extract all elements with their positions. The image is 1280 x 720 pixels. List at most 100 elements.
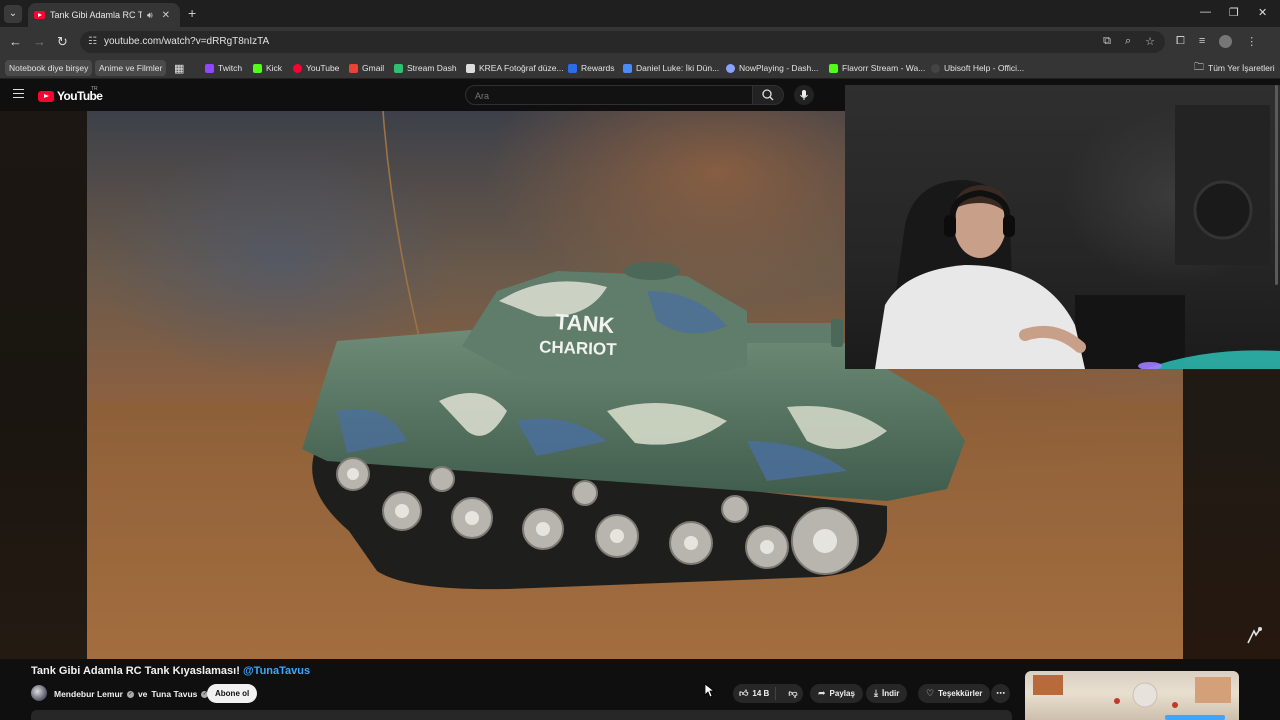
recommended-video-thumbnail[interactable] [1025, 671, 1239, 720]
site-info-icon[interactable]: ☷ [88, 36, 97, 47]
youtube-icon [293, 63, 302, 73]
more-actions-button[interactable]: ⋯ [991, 684, 1010, 703]
verified-icon: ✓ [126, 690, 134, 698]
page-scrollbar[interactable] [1274, 85, 1279, 285]
bookmark-stream-dash[interactable]: Stream Dash [394, 60, 457, 76]
bookmark-label: Gmail [362, 63, 385, 73]
bookmark-nowplaying[interactable]: NowPlaying - Dash... [726, 60, 818, 76]
bookmark-gmail[interactable]: Gmail [349, 60, 384, 76]
share-label: Paylaş [829, 689, 855, 698]
bookmark-label: Notebook diye birşey [9, 63, 89, 73]
webcam-overlay [845, 85, 1280, 369]
bookmark-ubisoft[interactable]: Ubisoft Help - Offici... [931, 60, 1024, 76]
bookmark-krea[interactable]: KREA Fotoğraf düze... [466, 60, 564, 76]
download-label: İndir [881, 689, 900, 698]
youtube-header: YouTube TR [0, 80, 845, 111]
channel-join-word: ve [137, 689, 148, 699]
restore-icon[interactable]: ❐ [1229, 6, 1239, 19]
share-button[interactable]: ➦ Paylaş [810, 684, 863, 703]
tank-text-1: TANK [554, 309, 615, 338]
like-count: 14 B [752, 689, 770, 698]
channel-name-2[interactable]: Tuna Tavus [151, 689, 197, 699]
active-tab[interactable]: Tank Gibi Adamla RC Tank Kıyaslaması! 🔊︎… [28, 3, 180, 27]
thumbs-down-icon: 👎︎ [788, 688, 798, 698]
address-bar[interactable]: ☷ youtube.com/watch?v=dRRgT8nIzTA ⧉ ⌕ ☆ [80, 31, 1165, 53]
dislike-button[interactable]: 👎︎ [780, 688, 805, 699]
channel-names: Mendebur Lemur ✓ ve Tuna Tavus ✓ [54, 689, 209, 699]
gmail-icon [349, 63, 358, 73]
folder-icon: 🗀 [1194, 61, 1204, 73]
tank-text-2: CHARIOT [539, 337, 618, 359]
cursor-pointer-icon [1247, 627, 1262, 644]
video-title: Tank Gibi Adamla RC Tank Kıyaslaması! @T… [31, 665, 310, 677]
bookmark-label: Anime ve Filmler [99, 63, 163, 73]
apps-grid-icon[interactable]: ▦ [174, 60, 184, 76]
ubisoft-icon [931, 63, 940, 73]
stream-dash-icon [394, 63, 403, 73]
docs-icon [623, 63, 632, 73]
close-tab-icon[interactable]: ✕ [162, 10, 170, 21]
zoom-icon[interactable]: ⌕ [1125, 35, 1131, 48]
close-window-icon[interactable]: ✕ [1258, 6, 1267, 19]
channel-avatar[interactable] [31, 685, 47, 701]
bookmark-daniel-luke[interactable]: Daniel Luke: İki Dün... [623, 60, 719, 76]
channel-name-1[interactable]: Mendebur Lemur [54, 689, 123, 699]
download-button[interactable]: ⤓ İndir [866, 684, 908, 703]
bookmark-kick[interactable]: Kick [253, 60, 282, 76]
search-box[interactable] [465, 85, 753, 105]
minimize-icon[interactable]: — [1200, 6, 1211, 18]
thumbs-up-icon: 👍︎ [739, 688, 749, 698]
bookmark-label: Daniel Luke: İki Dün... [636, 63, 720, 73]
microphone-icon [800, 90, 808, 100]
bookmark-rewards[interactable]: Rewards [568, 60, 615, 76]
tab-title: Tank Gibi Adamla RC Tank Kıyaslaması! [50, 10, 142, 20]
nowplaying-icon [726, 63, 735, 73]
bookmark-label: Kick [266, 63, 283, 73]
kick-icon [253, 63, 262, 73]
mention-link[interactable]: @TunaTavus [243, 665, 310, 677]
bookmark-notebook[interactable]: Notebook diye birşey [5, 60, 93, 76]
reload-button[interactable]: ↻ [57, 34, 68, 50]
bookmark-twitch[interactable]: Twitch [205, 60, 242, 76]
bookmark-label: Tüm Yer İşaretleri [1208, 63, 1275, 73]
bookmarks-bar: Notebook diye birşey Anime ve Filmler ▦ … [0, 57, 1280, 79]
bookmark-flavorr[interactable]: Flavorr Stream - Wa... [829, 60, 925, 76]
menu-icon[interactable] [13, 89, 24, 98]
browser-menu-icon[interactable]: ⋮ [1246, 35, 1257, 48]
region-code: TR [91, 86, 98, 92]
download-icon: ⤓ [874, 688, 878, 698]
bookmark-youtube[interactable]: YouTube [293, 60, 339, 76]
search-button[interactable] [752, 85, 784, 105]
speaker-icon[interactable]: 🔊︎ [147, 10, 153, 21]
profile-avatar[interactable] [1219, 35, 1233, 48]
like-button[interactable]: 👍︎ 14 B [733, 687, 777, 700]
extensions-icon[interactable]: ⧠ [1176, 35, 1185, 48]
back-button[interactable]: ← [9, 34, 22, 49]
browser-toolbar: ← → ↻ ☷ youtube.com/watch?v=dRRgT8nIzTA … [0, 27, 1280, 57]
tab-strip: ⌄ Tank Gibi Adamla RC Tank Kıyaslaması! … [0, 0, 1280, 27]
media-control-icon[interactable]: ≡ [1199, 35, 1205, 48]
forward-button[interactable]: → [33, 34, 46, 49]
bookmark-label: Rewards [581, 63, 615, 73]
search-input[interactable] [466, 87, 752, 105]
thanks-label: Teşekkürler [938, 689, 983, 698]
share-icon: ➦ [818, 688, 826, 698]
install-app-icon[interactable]: ⧉ [1103, 35, 1111, 48]
new-tab-button[interactable]: + [188, 5, 196, 21]
streamer-camera-image [875, 105, 1280, 369]
tab-search-chevron-icon[interactable]: ⌄ [4, 5, 22, 23]
bookmark-star-icon[interactable]: ☆ [1145, 35, 1155, 48]
youtube-favicon-icon [34, 11, 45, 19]
like-dislike-group: 👍︎ 14 B 👎︎ [733, 684, 803, 703]
bookmark-anime[interactable]: Anime ve Filmler [95, 60, 167, 76]
thanks-button[interactable]: ♡ Teşekkürler [918, 684, 991, 703]
description-box[interactable] [31, 710, 1012, 720]
twitch-icon [205, 63, 214, 73]
all-bookmarks[interactable]: 🗀 Tüm Yer İşaretleri [1194, 60, 1275, 76]
url-text[interactable]: youtube.com/watch?v=dRRgT8nIzTA [104, 36, 269, 47]
rewards-icon [568, 63, 577, 73]
voice-search-button[interactable] [794, 85, 814, 105]
bookmark-label: Twitch [218, 63, 243, 73]
subscribe-button[interactable]: Abone ol [207, 684, 258, 703]
player-background-left [0, 111, 87, 659]
